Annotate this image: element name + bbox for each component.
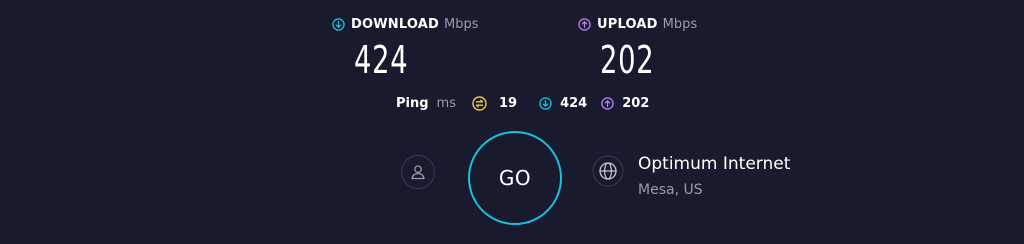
ping-idle: 19: [472, 96, 517, 111]
arrow-down-circle-icon: [332, 17, 345, 31]
download-label: DOWNLOAD: [351, 16, 440, 32]
ping-row: Ping ms 19 424 202: [396, 94, 649, 112]
ping-download-value: 424: [560, 95, 588, 111]
ping-unit: ms: [436, 95, 456, 111]
user-icon: [411, 165, 425, 180]
ping-upload: 202: [601, 96, 649, 111]
download-unit: Mbps: [444, 16, 479, 32]
upload-metric: UPLOAD Mbps 202: [578, 14, 697, 82]
go-label: GO: [498, 166, 532, 190]
globe-icon: [592, 155, 624, 187]
upload-value: 202: [600, 38, 655, 82]
download-header: DOWNLOAD Mbps: [332, 14, 479, 34]
upload-label: UPLOAD: [597, 16, 658, 32]
speedtest-panel: DOWNLOAD Mbps 424 UPLOAD Mbps 202 Ping m…: [0, 0, 1024, 244]
download-metric: DOWNLOAD Mbps 424: [332, 14, 479, 82]
provider-location: Mesa, US: [638, 182, 703, 198]
ping-label: Ping: [396, 95, 429, 111]
arrow-up-circle-icon: [578, 17, 591, 31]
ping-upload-value: 202: [622, 95, 650, 111]
arrow-up-circle-icon: [601, 96, 614, 110]
arrow-down-circle-icon: [539, 96, 552, 110]
upload-unit: Mbps: [662, 16, 698, 32]
ping-download: 424: [539, 96, 587, 111]
go-button[interactable]: GO: [468, 131, 562, 225]
provider-name[interactable]: Optimum Internet: [638, 154, 790, 174]
upload-header: UPLOAD Mbps: [578, 14, 697, 34]
user-button[interactable]: [401, 155, 435, 189]
download-value: 424: [354, 38, 409, 82]
ping-idle-value: 19: [498, 95, 518, 111]
ping-idle-icon: [472, 95, 487, 111]
